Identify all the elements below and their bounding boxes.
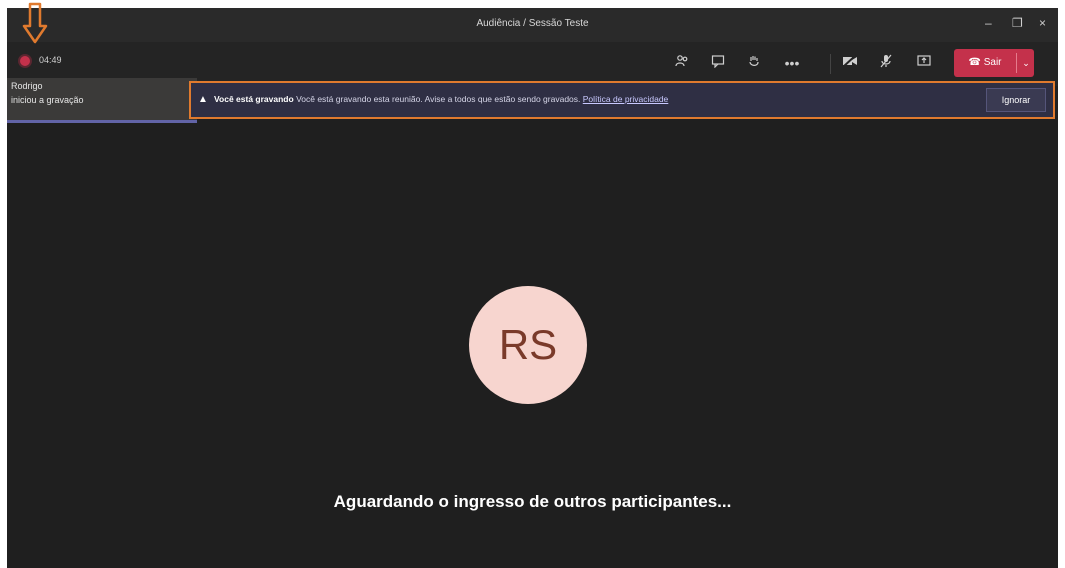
hang-up-icon: ☎ — [968, 57, 981, 68]
banner-message: Você está gravando esta reunião. Avise a… — [296, 94, 581, 104]
recording-icon — [20, 56, 30, 66]
warning-icon: ▲ — [198, 94, 208, 105]
waiting-message: Aguardando o ingresso de outros particip… — [333, 492, 732, 511]
toolbar-divider — [830, 54, 831, 74]
chat-icon[interactable] — [707, 52, 729, 74]
mic-off-icon[interactable] — [875, 52, 897, 74]
recording-banner: ▲ Você está gravando Você está gravando … — [189, 81, 1055, 119]
leave-divider — [1016, 53, 1017, 73]
window-title: Audiência / Sessão Teste — [476, 18, 589, 29]
toast-user-name: Rodrigo — [11, 81, 43, 91]
recording-timer: 04:49 — [39, 55, 62, 65]
minimize-button[interactable]: – — [985, 16, 992, 30]
participant-avatar: RS — [469, 286, 587, 404]
banner-title: Você está gravando — [214, 94, 294, 104]
share-screen-icon[interactable] — [913, 52, 935, 74]
ignore-button[interactable]: Ignorar — [986, 88, 1046, 112]
close-button[interactable]: × — [1039, 16, 1046, 30]
recording-toast: Rodrigo iniciou a gravação — [7, 78, 197, 123]
title-bar: Audiência / Sessão Teste – ❐ × — [7, 8, 1058, 42]
leave-button[interactable]: ☎ Sair ⌄ — [954, 49, 1034, 77]
annotation-arrow-icon — [22, 2, 48, 44]
more-options-icon[interactable]: ••• — [781, 52, 803, 74]
leave-main-button[interactable]: ☎ Sair — [954, 49, 1016, 77]
maximize-button[interactable]: ❐ — [1012, 16, 1023, 30]
toast-message: iniciou a gravação — [11, 95, 84, 105]
leave-options-chevron-icon[interactable]: ⌄ — [1018, 49, 1034, 77]
privacy-policy-link[interactable]: Política de privacidade — [583, 94, 669, 104]
participants-icon[interactable] — [671, 52, 693, 74]
raise-hand-icon[interactable] — [743, 52, 765, 74]
camera-off-icon[interactable] — [839, 52, 861, 74]
banner-text: Você está gravando Você está gravando es… — [214, 94, 668, 104]
leave-label: Sair — [983, 57, 1002, 68]
